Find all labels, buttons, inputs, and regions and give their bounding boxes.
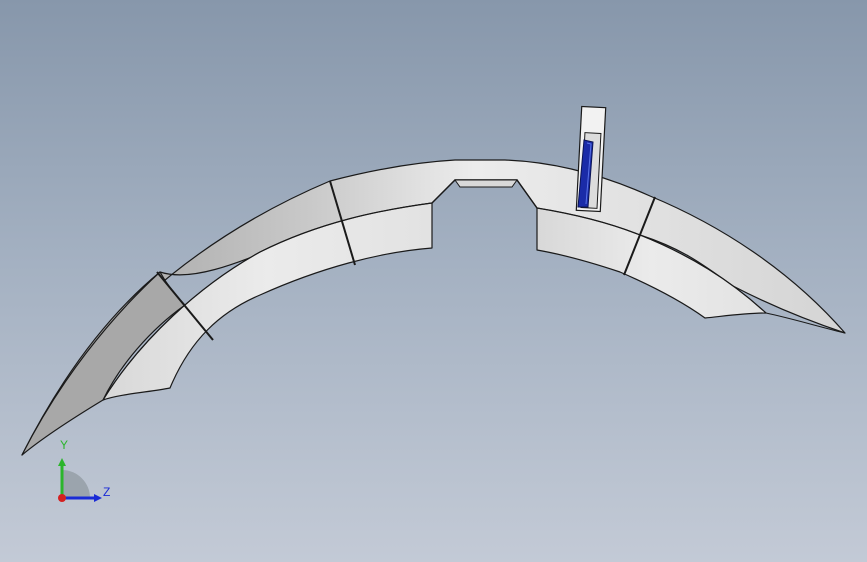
triad-quarter-disc (62, 470, 90, 498)
triad-graphic (58, 458, 102, 502)
y-axis-label: Y (60, 438, 69, 452)
z-axis-label: Z (103, 485, 111, 499)
x-axis-origin (58, 494, 66, 502)
graphics-viewport[interactable]: Y Z (0, 0, 867, 562)
coordinate-triad: Y Z (40, 438, 130, 518)
z-axis-arrowhead (94, 494, 102, 502)
center-notch-floor (454, 179, 518, 188)
y-axis-arrowhead (58, 458, 66, 466)
slot-pin-feature[interactable] (575, 105, 607, 213)
arc-part-model[interactable] (0, 0, 867, 562)
